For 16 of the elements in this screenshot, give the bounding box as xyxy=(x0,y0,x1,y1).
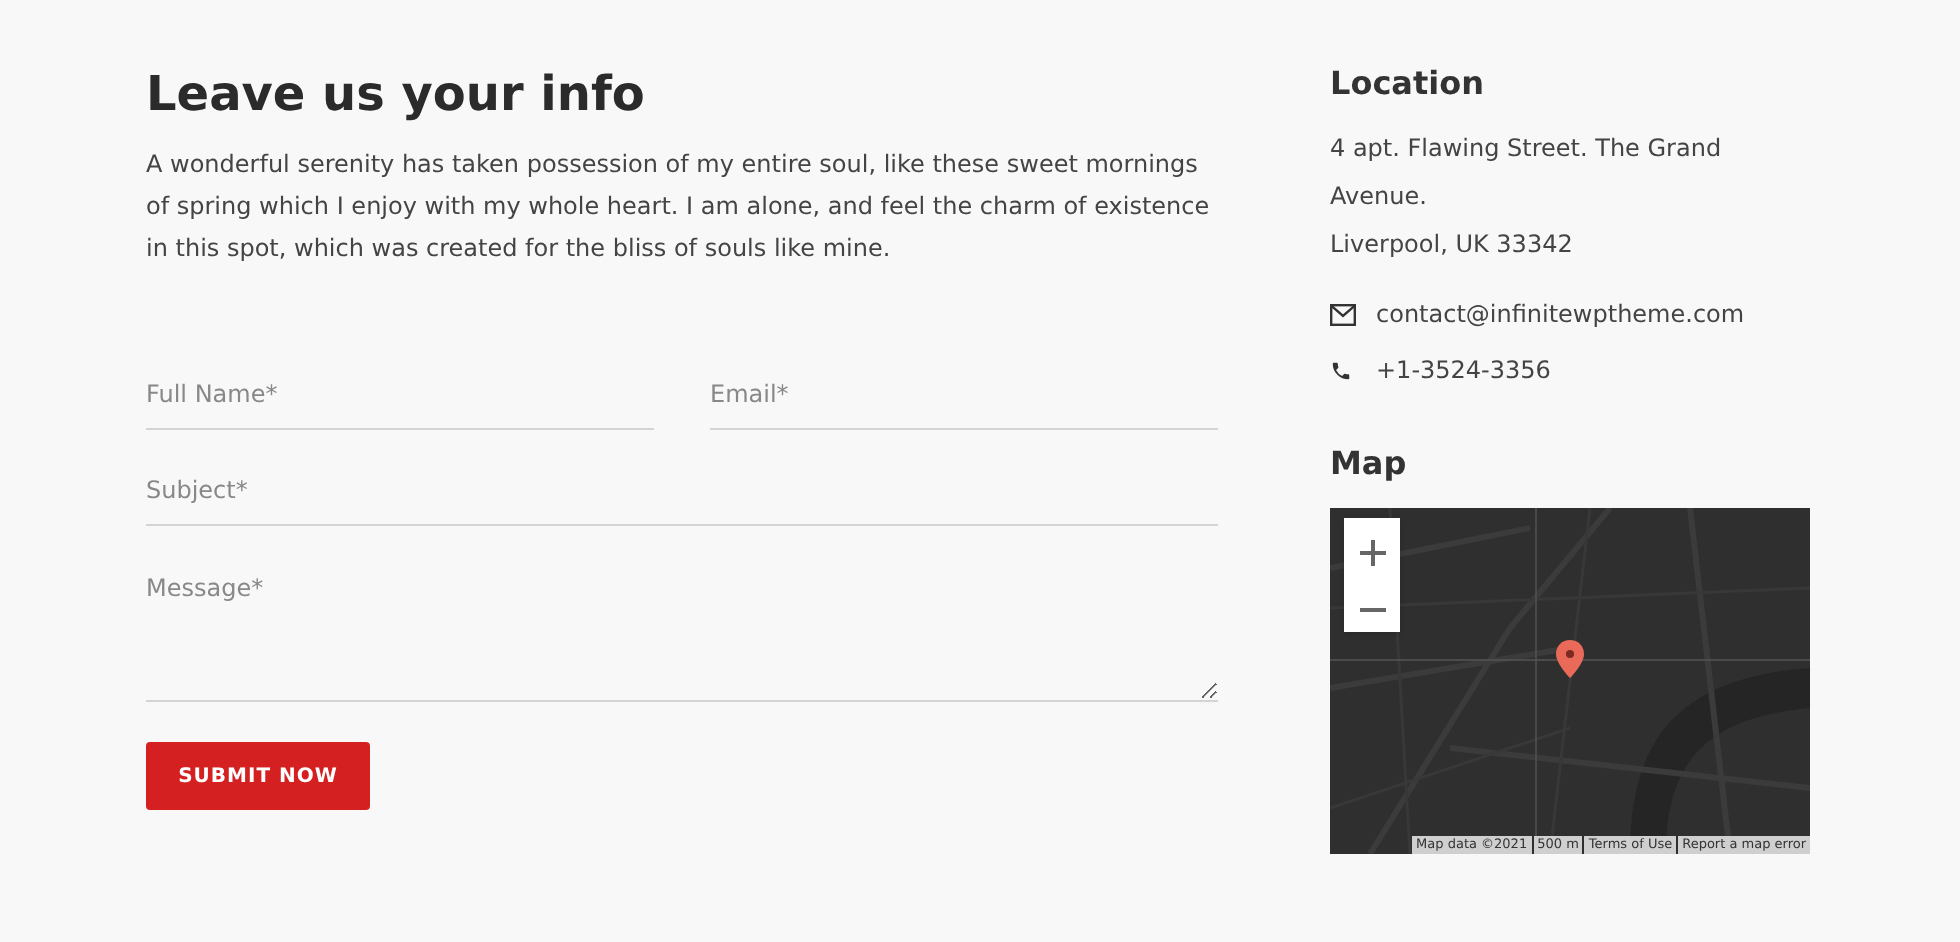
address-line: 4 apt. Flawing Street. The Grand Avenue. xyxy=(1330,132,1724,214)
zoom-in-icon[interactable] xyxy=(1359,539,1385,565)
phone-text: +1-3524-3356 xyxy=(1376,354,1551,388)
phone-icon xyxy=(1330,359,1352,381)
email-text: contact@infinitewptheme.com xyxy=(1376,298,1745,332)
message-field[interactable]: Message* xyxy=(146,550,1218,702)
address-line: Liverpool, UK 33342 xyxy=(1330,228,1575,262)
envelope-icon xyxy=(1330,303,1356,325)
form-heading: Leave us your info xyxy=(146,64,647,126)
map-heading: Map xyxy=(1330,442,1409,486)
input-field[interactable]: Email* xyxy=(710,358,1218,430)
location-heading: Location xyxy=(1330,62,1486,106)
input-field[interactable]: Full Name* xyxy=(146,358,654,430)
submit-button[interactable]: SUBMIT NOW xyxy=(146,742,370,810)
intro-paragraph: A wonderful serenity has taken possession of my entire soul, like these sweet mornings of spring which I enjoy with my whole heart. I am alone, and feel the charm of existence in this spot, which was created for the bliss of souls like mine. xyxy=(146,148,1212,266)
input-field[interactable]: Subject* xyxy=(146,454,1218,526)
